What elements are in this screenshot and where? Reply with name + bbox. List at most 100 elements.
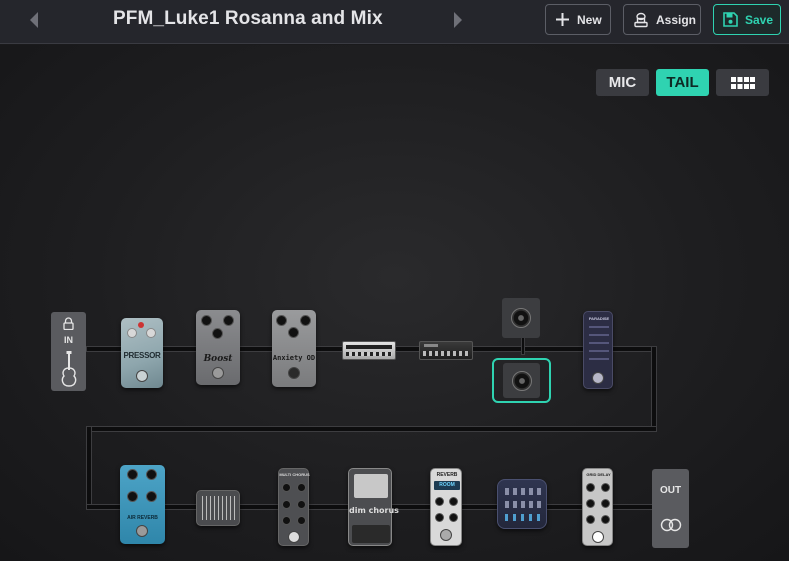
new-button[interactable]: New [545,4,611,35]
knob[interactable] [586,515,595,524]
signal-cable [651,346,657,432]
amp-knob-row [346,352,392,356]
tail-view-button[interactable]: TAIL [656,69,709,96]
compressor-pedal[interactable]: PRESSOR [121,318,163,388]
knob[interactable] [127,491,138,502]
knob[interactable] [201,315,212,326]
preset-title[interactable]: PFM_Luke1 Rosanna and Mix [113,8,383,30]
knob[interactable] [282,516,291,525]
graphic-eq-pedal[interactable] [196,490,240,526]
output-block[interactable]: OUT [652,469,689,548]
footswitch[interactable] [440,529,452,541]
knob[interactable] [300,315,311,326]
save-button[interactable]: Save [713,4,781,35]
selected-cab-block[interactable] [492,358,551,403]
next-preset-button[interactable] [448,9,468,31]
cab-block [503,363,540,398]
knob[interactable] [601,515,610,524]
eq-sliders [202,496,236,520]
mic-view-button[interactable]: MIC [596,69,649,96]
save-icon [723,12,738,27]
knob[interactable] [127,328,137,338]
assign-button[interactable]: Assign [623,4,701,35]
knob[interactable] [127,469,138,480]
speaker-icon [511,308,531,328]
knob[interactable] [297,500,306,509]
reverb-display-text: ROOM [439,482,455,488]
footswitch-icon [634,12,648,27]
knob[interactable] [586,499,595,508]
led-indicator [138,322,144,328]
knob[interactable] [601,483,610,492]
knob[interactable] [449,497,458,506]
control-grid [589,326,609,366]
knob[interactable] [601,499,610,508]
footswitch[interactable] [592,372,604,384]
footswitch[interactable] [136,525,148,537]
knob[interactable] [297,516,306,525]
grid-delay-pedal[interactable]: GRID DELAY [582,468,613,546]
amp-head-2[interactable] [419,341,473,360]
overdrive-pedal[interactable]: Anxiety OD [272,310,316,387]
button-row [505,514,541,521]
pedal-label: PRESSOR [123,351,161,360]
pedal-label: REVERB [436,472,458,478]
reverb-pedal-blue[interactable]: AIR REVERB [120,465,165,544]
footswitch[interactable] [212,367,224,379]
knob[interactable] [282,483,291,492]
pedal-label: Boost [203,354,233,364]
pedal-label: AIR REVERB [127,515,158,521]
knob[interactable] [288,327,299,338]
knob[interactable] [297,483,306,492]
reverb-display: ROOM [434,481,460,490]
knob[interactable] [586,483,595,492]
grid-view-button[interactable] [716,69,769,96]
amp-logo-strip [346,345,392,349]
knob[interactable] [282,500,291,509]
boost-pedal[interactable]: Boost [196,310,240,385]
input-block[interactable]: IN [51,312,86,391]
paradise-pedal[interactable]: PARADISE [583,311,613,389]
footswitch[interactable] [136,370,148,382]
input-label: IN [64,335,73,345]
knob[interactable] [435,497,444,506]
knob[interactable] [223,315,234,326]
multi-chorus-pedal[interactable]: MULTI CHORUS [278,468,310,546]
knob[interactable] [146,328,156,338]
knob[interactable] [435,513,444,522]
knob-row [505,488,541,495]
footswitch[interactable] [288,367,300,379]
new-button-label: New [577,12,602,27]
knob[interactable] [449,513,458,522]
pedal-label: PARADISE [588,316,610,321]
signal-cable [86,426,657,432]
pedal-label: MULTI CHORUS [279,472,310,477]
knob[interactable] [212,328,223,339]
knob[interactable] [276,315,287,326]
knob[interactable] [146,469,157,480]
amp-head-1[interactable] [342,341,396,360]
amp-logo [424,344,438,347]
guitar-icon [61,351,77,387]
stereo-effect-pedal[interactable] [497,479,547,529]
cab-block[interactable] [502,298,540,338]
lock-icon [63,317,74,330]
amp-knob-row [423,351,469,356]
save-button-label: Save [745,12,774,27]
grid-icon [730,76,755,89]
signal-chain-canvas: MIC TAIL IN PRESSOR Boost Anxiety OD PAR… [0,45,789,561]
pedal-label: dim chorus [349,506,399,515]
footswitch[interactable] [592,531,604,543]
button-panel [354,474,388,498]
chevron-left-icon [30,12,38,28]
plus-icon [556,13,569,26]
footswitch[interactable] [352,525,390,543]
signal-cable [86,426,92,510]
footswitch[interactable] [288,531,300,543]
dim-chorus-pedal[interactable]: dim chorus [348,468,399,546]
stereo-output-icon [660,518,682,532]
knob[interactable] [146,491,157,502]
prev-preset-button[interactable] [24,9,44,31]
reverb-pedal[interactable]: REVERB ROOM [430,468,462,546]
top-bar: PFM_Luke1 Rosanna and Mix New Assign Sav… [0,0,789,44]
